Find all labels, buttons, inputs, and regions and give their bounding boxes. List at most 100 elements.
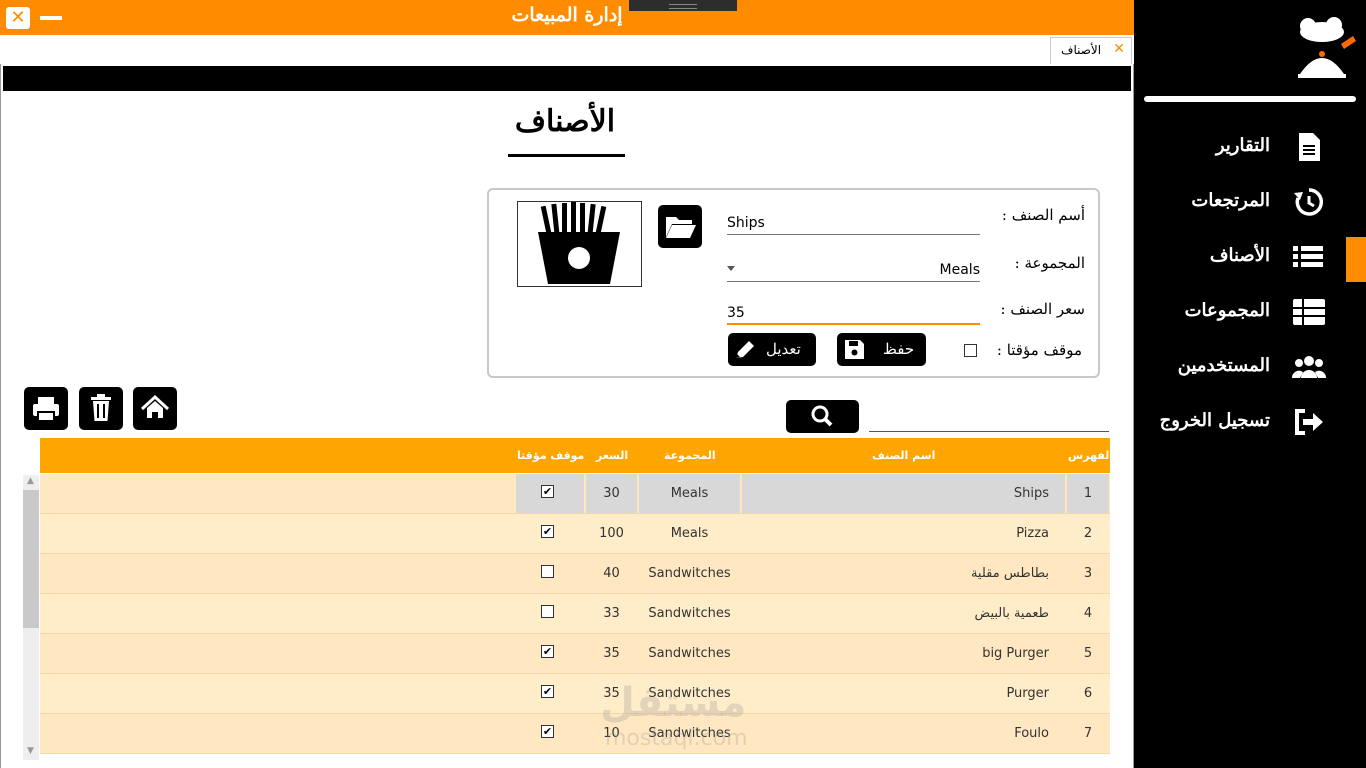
- cell-name: Ships: [742, 474, 1065, 513]
- sidebar-item-users[interactable]: المستخدمين: [1140, 348, 1330, 388]
- title-underline: [508, 154, 625, 157]
- cell-group: Sandwitches: [648, 606, 731, 621]
- drag-handle[interactable]: [629, 0, 737, 11]
- print-icon: [33, 397, 59, 422]
- chevron-down-icon: [727, 266, 735, 271]
- fries-icon: [538, 202, 620, 284]
- scrollbar-thumb[interactable]: [23, 490, 39, 628]
- document-icon: [1299, 133, 1320, 161]
- price-label: سعر الصنف :: [1000, 300, 1085, 318]
- history-icon: [1294, 188, 1324, 216]
- cell-price: 35: [603, 646, 620, 661]
- paused-checkbox[interactable]: ✔: [541, 525, 554, 538]
- cell-name: بطاطس مقلية: [970, 566, 1049, 581]
- date-value: 5/7/2020 5:59:09 PM: [1153, 742, 1292, 757]
- title-bar: ✕ إدارة المبيعات: [0, 0, 1134, 35]
- cell-index: 1: [1067, 474, 1109, 513]
- cell-name: big Purger: [982, 646, 1049, 661]
- sidebar-item-returns[interactable]: المرتجعات: [1140, 183, 1330, 223]
- header-paused[interactable]: موقف مؤقتا: [517, 449, 584, 462]
- cell-price: 33: [603, 606, 620, 621]
- sidebar-item-reports[interactable]: التقارير: [1140, 128, 1330, 168]
- sidebar-item-label: المستخدمين: [1177, 355, 1270, 376]
- scroll-down-icon[interactable]: ▼: [27, 746, 34, 756]
- home-button[interactable]: [133, 387, 177, 430]
- brand-divider: [1144, 96, 1356, 102]
- home-icon: [140, 394, 170, 418]
- watermark-url: mostaql.com: [605, 726, 748, 751]
- cell-group: Meals: [670, 526, 709, 541]
- username: hamza: [1218, 698, 1285, 722]
- edit-button[interactable]: تعديل: [728, 333, 816, 366]
- cell-index: 2: [1083, 526, 1093, 541]
- item-name-value: Ships: [727, 215, 765, 231]
- sidebar-item-items[interactable]: الأصناف: [1140, 238, 1330, 278]
- table-row[interactable]: 5 big Purger Sandwitches 35 ✔: [40, 634, 1110, 674]
- sidebar-item-groups[interactable]: المجموعات: [1140, 293, 1330, 333]
- group-select[interactable]: Meals: [727, 258, 980, 282]
- cell-price: 100: [599, 526, 624, 541]
- price-value: 35: [727, 305, 745, 321]
- header-index[interactable]: الفهرس: [1068, 449, 1113, 462]
- cell-paused: [516, 554, 584, 593]
- cell-paused: ✔: [516, 714, 584, 753]
- print-button[interactable]: [24, 387, 68, 430]
- sidebar-item-label: المرتجعات: [1191, 190, 1270, 211]
- cell-name: طعمية بالبيض: [974, 606, 1049, 621]
- table-row[interactable]: 1 Ships Meals 30 ✔: [40, 474, 1110, 514]
- header-strip: [3, 66, 1131, 91]
- folder-open-icon: [666, 217, 696, 238]
- users-icon: [1292, 356, 1326, 378]
- save-label: حفظ: [883, 340, 915, 358]
- item-name-field[interactable]: Ships: [727, 211, 980, 235]
- price-field[interactable]: 35: [727, 301, 980, 325]
- close-tab-icon[interactable]: ✕: [1113, 41, 1125, 57]
- table-row[interactable]: 4 طعمية بالبيض Sandwitches 33: [40, 594, 1110, 634]
- cell-group: Sandwitches: [648, 646, 731, 661]
- paused-checkbox[interactable]: ✔: [541, 645, 554, 658]
- table-icon: [1293, 299, 1325, 325]
- pen-icon: [736, 341, 754, 358]
- cell-paused: [516, 594, 584, 633]
- table-row[interactable]: 7 Foulo Sandwitches 10 ✔: [40, 714, 1110, 754]
- tab-strip: الأصناف ✕: [0, 35, 1134, 64]
- paused-checkbox[interactable]: [541, 605, 554, 618]
- table-row[interactable]: 3 بطاطس مقلية Sandwitches 40: [40, 554, 1110, 594]
- browse-image-button[interactable]: [658, 205, 702, 248]
- cell-paused: ✔: [516, 634, 584, 673]
- edit-label: تعديل: [766, 340, 801, 358]
- cell-index: 4: [1083, 606, 1093, 621]
- paused-checkbox[interactable]: ✔: [541, 485, 554, 498]
- logout-icon: [1295, 409, 1323, 435]
- sidebar-item-label: التقارير: [1215, 135, 1270, 156]
- paused-checkbox[interactable]: ✔: [541, 685, 554, 698]
- header-price[interactable]: السعر: [596, 449, 628, 462]
- sidebar-item-logout[interactable]: تسجيل الخروج: [1140, 403, 1330, 443]
- paused-checkbox[interactable]: [964, 344, 977, 357]
- group-value: Meals: [939, 262, 980, 278]
- paused-checkbox[interactable]: ✔: [541, 725, 554, 738]
- cell-price: 40: [603, 566, 620, 581]
- table-row[interactable]: 2 Pizza Meals 100 ✔: [40, 514, 1110, 554]
- tab-items[interactable]: الأصناف ✕: [1050, 37, 1132, 64]
- header-name[interactable]: اسم الصنف: [872, 449, 935, 462]
- cell-index: 7: [1083, 726, 1093, 741]
- sidebar-item-label: المجموعات: [1184, 300, 1270, 321]
- sidebar-item-label: تسجيل الخروج: [1159, 410, 1270, 431]
- delete-button[interactable]: [79, 387, 123, 430]
- search-button[interactable]: [786, 400, 859, 433]
- cell-group: Meals: [639, 474, 740, 513]
- brand-name: مطعم وكافتيريا القرموشى: [1159, 22, 1280, 71]
- table-header: الفهرس اسم الصنف المجموعة السعر موقف مؤق…: [40, 438, 1113, 473]
- page-title: الأصناف: [514, 104, 616, 139]
- save-button[interactable]: حفظ: [837, 333, 926, 366]
- header-group[interactable]: المجموعة: [664, 449, 716, 462]
- table-row[interactable]: 6 Purger Sandwitches 35 ✔: [40, 674, 1110, 714]
- paused-label: موقف مؤقتا :: [996, 341, 1082, 359]
- scroll-up-icon[interactable]: ▲: [27, 476, 34, 486]
- chef-logo-icon: [1298, 17, 1356, 78]
- cell-group: Sandwitches: [648, 566, 731, 581]
- paused-checkbox[interactable]: [541, 565, 554, 578]
- search-input[interactable]: [869, 431, 1109, 432]
- welcome-label: مرحبا...: [1300, 703, 1349, 721]
